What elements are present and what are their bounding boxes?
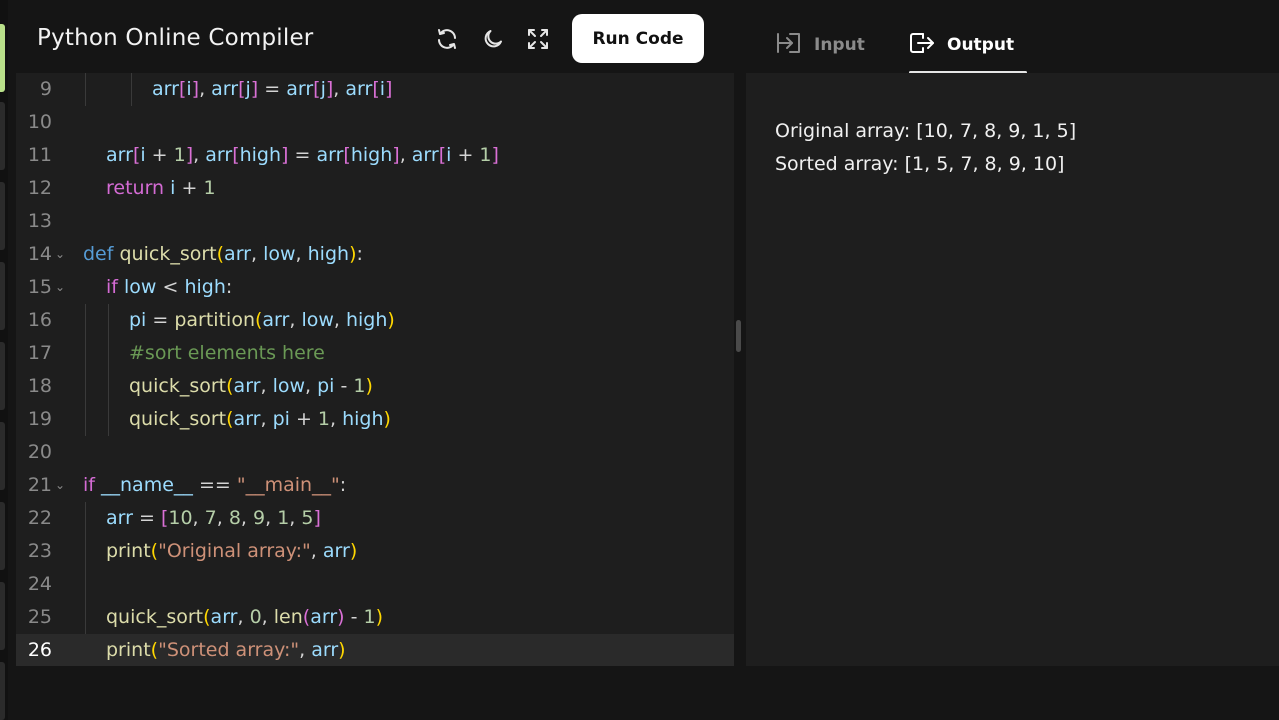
line-number: 17 [27,342,52,364]
code-line[interactable]: 9 arr[i], arr[j] = arr[j], arr[i] [16,73,734,106]
code-line[interactable]: 19 quick_sort(arr, pi + 1, high) [16,403,734,436]
line-number: 21 [27,474,52,496]
line-number: 13 [27,210,52,232]
code-line[interactable]: 16 pi = partition(arr, low, high) [16,304,734,337]
rail-tab[interactable] [0,342,5,410]
code-text: arr = [10, 7, 8, 9, 1, 5] [106,507,321,529]
top-bar: Python Online Compiler Run Code Input Ou… [16,5,1279,75]
rail-tab[interactable] [0,102,5,170]
code-text: quick_sort(arr, pi + 1, high) [129,408,391,430]
code-text: if __name__ == "__main__": [83,474,347,496]
code-text: pi = partition(arr, low, high) [129,309,395,331]
app-title: Python Online Compiler [37,25,314,51]
line-number: 25 [27,606,52,628]
code-text: if low < high: [106,276,233,298]
rail-tab[interactable] [0,582,5,650]
tab-output[interactable]: Output [909,15,1014,75]
code-line[interactable]: 18 quick_sort(arr, low, pi - 1) [16,370,734,403]
code-editor[interactable]: 9 arr[i], arr[j] = arr[j], arr[i] 10 11 arr[… [16,73,734,666]
code-line[interactable]: 24 [16,568,734,601]
code-line[interactable]: 23 print("Original array:", arr) [16,535,734,568]
code-text: arr[i + 1], arr[high] = arr[high], arr[i… [106,144,499,166]
code-line[interactable]: 15 ⌄ if low < high: [16,271,734,304]
tab-input[interactable]: Input [776,15,865,75]
fullscreen-icon[interactable] [524,25,552,53]
bottom-strip [16,666,1279,720]
code-line[interactable]: 14 ⌄ def quick_sort(arr, low, high): [16,238,734,271]
line-number: 10 [27,111,52,133]
line-number: 15 [27,276,52,298]
code-line[interactable]: 22 arr = [10, 7, 8, 9, 1, 5] [16,502,734,535]
fold-chevron-icon[interactable]: ⌄ [55,271,65,304]
tab-input-label: Input [814,35,865,55]
line-number: 22 [27,507,52,529]
fold-chevron-icon[interactable]: ⌄ [55,469,65,502]
rail-tab[interactable] [0,262,5,330]
code-text: #sort elements here [129,342,325,364]
code-text: def quick_sort(arr, low, high): [83,243,363,265]
line-number: 18 [27,375,52,397]
left-rail [0,0,8,720]
output-line: Sorted array: [1, 5, 7, 8, 9, 10] [775,153,1065,175]
code-line[interactable]: 12 return i + 1 [16,172,734,205]
input-icon [776,32,802,59]
line-number: 14 [27,243,52,265]
code-text: quick_sort(arr, 0, len(arr) - 1) [106,606,384,628]
rail-tab-active[interactable] [0,24,5,92]
output-panel: Original array: [10, 7, 8, 9, 1, 5] Sorte… [746,73,1279,666]
code-text: print("Sorted array:", arr) [106,639,346,661]
tab-output-label: Output [947,35,1015,55]
refresh-icon[interactable] [433,25,461,53]
code-line[interactable]: 21 ⌄ if __name__ == "__main__": [16,469,734,502]
code-line[interactable]: 13 [16,205,734,238]
line-number: 23 [27,540,52,562]
line-number: 24 [27,573,52,595]
code-line[interactable]: 17 #sort elements here [16,337,734,370]
rail-tab[interactable] [0,182,5,250]
code-text: return i + 1 [106,177,216,199]
rail-tab[interactable] [0,422,5,490]
run-code-button[interactable]: Run Code [572,14,704,63]
panel-resize-handle[interactable] [736,320,741,352]
line-number: 11 [27,144,52,166]
code-line[interactable]: 25 quick_sort(arr, 0, len(arr) - 1) [16,601,734,634]
code-text: quick_sort(arr, low, pi - 1) [129,375,373,397]
line-number: 9 [39,78,52,100]
line-number: 20 [27,441,52,463]
line-number: 19 [27,408,52,430]
moon-icon[interactable] [479,25,507,53]
rail-tab[interactable] [0,662,5,720]
output-line: Original array: [10, 7, 8, 9, 1, 5] [775,120,1077,142]
code-line[interactable]: 11 arr[i + 1], arr[high] = arr[high], arr… [16,139,734,172]
code-line[interactable]: 26 print("Sorted array:", arr) [16,634,734,666]
line-number: 12 [27,177,52,199]
code-line[interactable]: 20 [16,436,734,469]
code-text: print("Original array:", arr) [106,540,358,562]
code-line[interactable]: 10 [16,106,734,139]
output-icon [909,31,935,60]
code-text: arr[i], arr[j] = arr[j], arr[i] [152,78,393,100]
fold-chevron-icon[interactable]: ⌄ [55,238,65,271]
line-number: 26 [27,639,52,661]
line-number: 16 [27,309,52,331]
rail-tab[interactable] [0,502,5,570]
